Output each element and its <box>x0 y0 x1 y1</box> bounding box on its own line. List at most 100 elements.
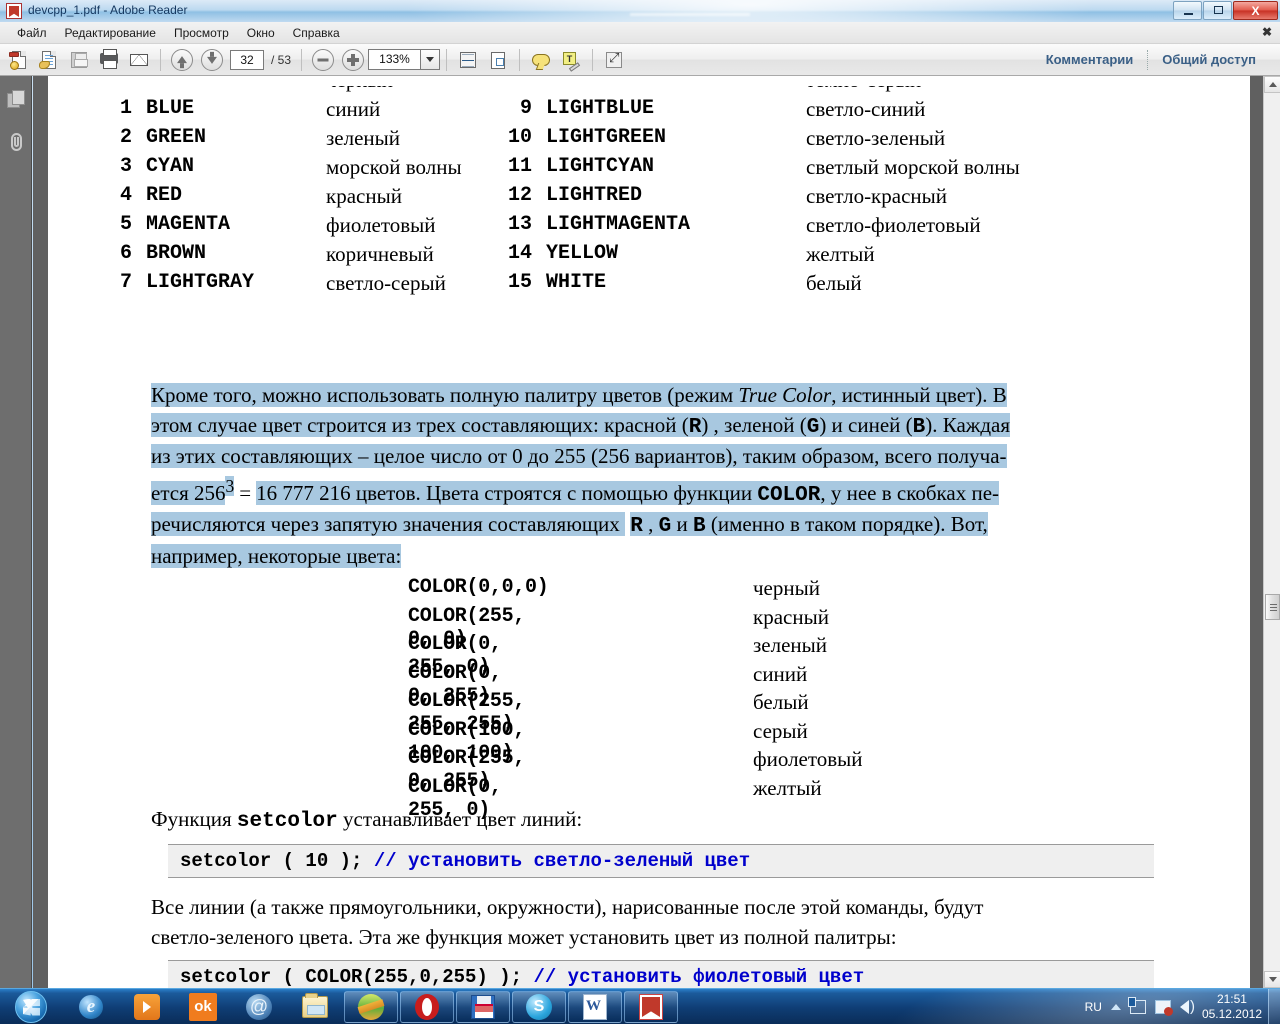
scroll-up-icon <box>1269 82 1277 87</box>
navigation-sidebar <box>0 76 32 988</box>
share-pane-button[interactable]: Общий доступ <box>1148 52 1270 67</box>
taskbar-item-acrobat[interactable] <box>624 991 678 1023</box>
selected-paragraph[interactable]: Кроме того, можно использовать полную па… <box>151 381 1165 571</box>
taskbar-item-opera[interactable] <box>400 991 454 1023</box>
network-icon[interactable] <box>1130 1000 1146 1014</box>
setcolor-intro-paragraph: Функция setcolor устанавливает цвет лини… <box>151 804 1161 837</box>
maximize-button[interactable] <box>1203 1 1232 20</box>
internet-explorer-icon <box>79 995 103 1019</box>
color-constant: LIGHTBLUE <box>546 97 654 120</box>
paragraph-line: например, некоторые цвета: <box>151 542 1165 572</box>
zoom-in-button[interactable] <box>339 47 367 73</box>
title-glow <box>400 0 1100 22</box>
minimize-button[interactable] <box>1173 1 1202 20</box>
mono-r: R <box>689 416 702 439</box>
document-viewer[interactable]: 0 BLACK черный 8 DARKGRAY темно-серый 1 … <box>33 76 1263 988</box>
scroll-down-button[interactable] <box>1264 971 1280 988</box>
fit-page-button[interactable] <box>484 47 512 73</box>
zoom-level-input[interactable]: 133% <box>368 49 420 70</box>
chevron-up-icon[interactable] <box>1111 1004 1121 1010</box>
toolbar-separator <box>446 49 447 71</box>
color-translation: светло-серый <box>326 271 446 296</box>
scrollbar-thumb[interactable] <box>1265 594 1280 620</box>
action-center-flag-icon[interactable] <box>1155 1000 1171 1014</box>
zoom-out-button[interactable] <box>309 47 337 73</box>
color-constant: BLUE <box>146 97 194 120</box>
color-translation: коричневый <box>326 242 434 267</box>
attachments-clip-icon[interactable] <box>7 132 27 152</box>
vertical-scrollbar[interactable] <box>1263 76 1280 988</box>
scroll-up-button[interactable] <box>1264 76 1280 93</box>
taskbar-item-word[interactable] <box>568 991 622 1023</box>
page-number-input[interactable]: 32 <box>230 50 264 70</box>
previous-page-button[interactable] <box>168 47 196 73</box>
color-constant: LIGHTRED <box>546 184 642 207</box>
add-comment-button[interactable] <box>527 47 555 73</box>
close-document-icon[interactable]: ✖ <box>1262 25 1272 39</box>
export-pdf-button[interactable] <box>35 47 63 73</box>
menu-help[interactable]: Справка <box>284 24 349 42</box>
line-text: ется 256 <box>151 481 225 505</box>
taskbar-item-skype[interactable] <box>512 991 566 1023</box>
toolbar-separator <box>519 49 520 71</box>
save-button[interactable] <box>65 47 93 73</box>
menu-view[interactable]: Просмотр <box>165 24 238 42</box>
color-index: 11 <box>498 155 532 178</box>
color-constants-table: 0 BLACK черный 8 DARKGRAY темно-серый 1 … <box>98 76 1198 300</box>
color-index: 2 <box>98 126 132 149</box>
create-pdf-button[interactable] <box>5 47 33 73</box>
comments-pane-button[interactable]: Комментарии <box>1032 52 1148 67</box>
table-row: 6 BROWN коричневый 14 YELLOW желтый <box>98 242 1198 271</box>
print-icon <box>98 49 120 71</box>
print-button[interactable] <box>95 47 123 73</box>
next-page-button[interactable] <box>198 47 226 73</box>
language-indicator[interactable]: RU <box>1085 1000 1102 1014</box>
lines-paragraph: Все линии (а также прямоугольники, окруж… <box>151 892 1163 952</box>
page-thumbnails-icon[interactable] <box>7 90 27 110</box>
expand-panel-button[interactable] <box>600 47 628 73</box>
line-text: речисляются через запятую значения соста… <box>151 512 625 536</box>
mono-g: G <box>807 416 820 439</box>
start-button[interactable] <box>4 989 58 1024</box>
scrollbar-grip-icon <box>1270 604 1277 605</box>
clock-time: 21:51 <box>1202 992 1262 1007</box>
email-button[interactable] <box>125 47 153 73</box>
setcolor-mono: setcolor <box>237 810 338 833</box>
color-constant: WHITE <box>546 271 606 294</box>
speaker-icon[interactable] <box>1180 1000 1189 1014</box>
paragraph-line: Кроме того, можно использовать полную па… <box>151 381 1165 411</box>
paragraph-line: ется 2563=16 777 216 цветов. Цвета строя… <box>151 472 1165 511</box>
code-block-setcolor-color: setcolor ( COLOR(255,0,255) ); // устано… <box>168 960 1154 988</box>
table-row: 4 RED красный 12 LIGHTRED светло-красный <box>98 184 1198 213</box>
fit-width-button[interactable] <box>454 47 482 73</box>
clock[interactable]: 21:51 05.12.2012 <box>1198 992 1262 1022</box>
taskbar-item-odnoklassniki[interactable] <box>176 991 230 1023</box>
taskbar-item-save-disk[interactable] <box>456 991 510 1023</box>
show-desktop-button[interactable] <box>1268 989 1280 1024</box>
taskbar-item-opera-ball[interactable] <box>344 991 398 1023</box>
line-text: , истинный цвет). В <box>831 383 1007 407</box>
code-comment: // установить светло-зеленый цвет <box>374 850 750 872</box>
menu-window[interactable]: Окно <box>238 24 284 42</box>
word-icon <box>583 994 607 1020</box>
line-text: ). Каждая <box>925 413 1010 437</box>
taskbar-items <box>64 991 678 1023</box>
create-pdf-icon <box>8 49 30 71</box>
menu-edit[interactable]: Редактирование <box>56 24 165 42</box>
menu-file[interactable]: Файл <box>8 24 56 42</box>
close-button[interactable]: X <box>1233 1 1278 20</box>
color-index: 15 <box>498 271 532 294</box>
paragraph-line: речисляются через запятую значения соста… <box>151 510 1165 542</box>
line-text: Кроме того, можно использовать полную па… <box>151 383 738 407</box>
taskbar-item-explorer[interactable] <box>288 991 342 1023</box>
taskbar-item-media-player[interactable] <box>120 991 174 1023</box>
taskbar-item-mail[interactable] <box>232 991 286 1023</box>
taskbar-item-internet-explorer[interactable] <box>64 991 118 1023</box>
zoom-dropdown-button[interactable] <box>420 49 440 70</box>
highlight-text-button[interactable]: T <box>557 47 585 73</box>
color-index: 9 <box>498 97 532 120</box>
windows-start-orb-icon <box>15 991 47 1023</box>
explorer-folder-icon <box>302 996 328 1018</box>
window-title: devcpp_1.pdf - Adobe Reader <box>28 3 187 17</box>
color-translation: красный <box>326 184 402 209</box>
